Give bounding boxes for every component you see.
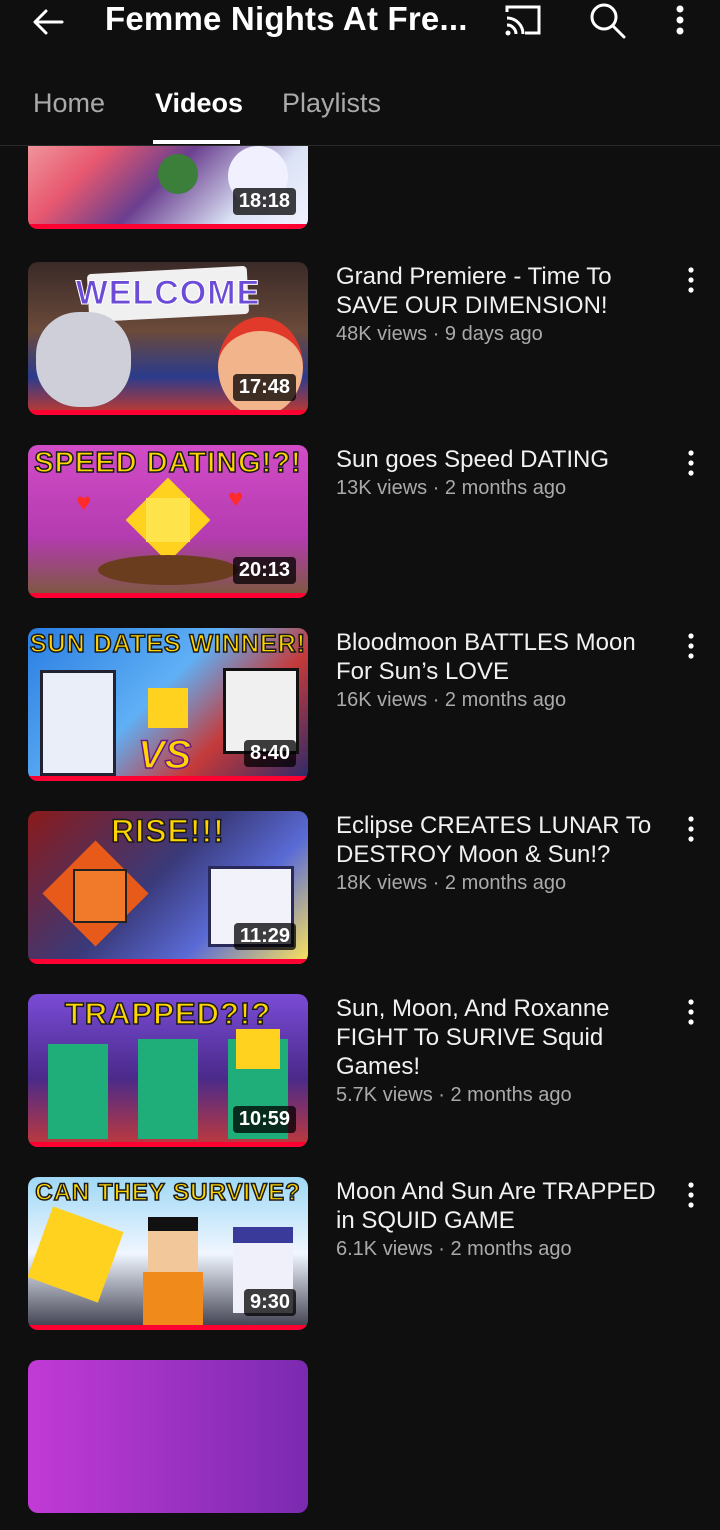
- channel-title: Femme Nights At Fre...: [105, 0, 468, 37]
- video-meta: Sun, Moon, And Roxanne FIGHT To SURIVE S…: [336, 994, 666, 1107]
- thumbnail-art: [158, 154, 198, 194]
- thumbnail-art: [138, 1039, 198, 1139]
- thumbnail-caption: TRAPPED?!?: [64, 995, 272, 1032]
- watch-progress-bar: [28, 224, 308, 229]
- thumbnail-art: [98, 555, 238, 585]
- video-row[interactable]: WELCOME 17:48 Grand Premiere - Time To S…: [0, 262, 720, 432]
- video-meta: Grand Premiere - Time To SAVE OUR DIMENS…: [336, 262, 666, 346]
- thumbnail-caption: SPEED DATING!?!: [34, 446, 302, 480]
- video-stats: 16K views · 2 months ago: [336, 689, 567, 711]
- duration-badge: 10:59: [232, 1106, 296, 1133]
- video-row[interactable]: SPEED DATING!?! ♥ ♥ 20:13 Sun goes Speed…: [0, 445, 720, 615]
- video-meta: Bloodmoon BATTLES Moon For Sun’s LOVE 16…: [336, 628, 666, 712]
- video-more-icon[interactable]: [683, 1181, 699, 1209]
- video-thumbnail[interactable]: TRAPPED?!? 10:59: [28, 994, 308, 1147]
- video-stats: 6.1K views · 2 months ago: [336, 1238, 572, 1260]
- thumbnail-caption: WELCOME: [75, 274, 261, 313]
- thumbnail-art: [28, 1206, 124, 1303]
- video-meta: Moon And Sun Are TRAPPED in SQUID GAME 6…: [336, 1177, 666, 1261]
- video-thumbnail[interactable]: CAN THEY SURVIVE? 9:30: [28, 1177, 308, 1330]
- heart-icon: ♥: [76, 487, 92, 517]
- thumbnail-art: VS: [137, 732, 192, 778]
- video-title[interactable]: Grand Premiere - Time To SAVE OUR DIMENS…: [336, 262, 666, 320]
- video-row[interactable]: RISE!!! 11:29 Eclipse CREATES LUNAR To D…: [0, 811, 720, 981]
- video-title[interactable]: Eclipse CREATES LUNAR To DESTROY Moon & …: [336, 811, 666, 869]
- video-meta: Sun goes Speed DATING 13K views · 2 mont…: [336, 445, 666, 500]
- video-title[interactable]: Moon And Sun Are TRAPPED in SQUID GAME: [336, 1177, 666, 1235]
- duration-badge: 8:40: [243, 740, 296, 767]
- duration-badge: 18:18: [232, 188, 296, 215]
- thumbnail-art: [48, 1044, 108, 1139]
- search-icon[interactable]: [587, 0, 627, 40]
- video-row[interactable]: SUN DATES WINNER! VS 8:40 Bloodmoon BATT…: [0, 628, 720, 798]
- video-row[interactable]: CAN THEY SURVIVE? 9:30 Moon And Sun Are …: [0, 1177, 720, 1347]
- video-stats: 5.7K views · 2 months ago: [336, 1084, 572, 1106]
- duration-badge: 9:30: [243, 1289, 296, 1316]
- thumbnail-art: [148, 688, 188, 728]
- video-more-icon[interactable]: [683, 998, 699, 1026]
- video-row[interactable]: TRAPPED?!? 10:59 Sun, Moon, And Roxanne …: [0, 994, 720, 1164]
- thumbnail-art: [40, 670, 116, 776]
- video-title[interactable]: Sun, Moon, And Roxanne FIGHT To SURIVE S…: [336, 994, 666, 1081]
- tab-playlists[interactable]: Playlists: [282, 88, 381, 119]
- watch-progress-bar: [28, 1142, 308, 1147]
- heart-icon: ♥: [228, 483, 244, 513]
- duration-badge: 11:29: [233, 923, 296, 950]
- thumbnail-art: [73, 869, 127, 923]
- thumbnail-art: [143, 1272, 203, 1330]
- thumbnail-caption: CAN THEY SURVIVE?: [35, 1178, 301, 1207]
- watch-progress-bar: [28, 776, 308, 781]
- watch-progress-bar: [28, 1325, 308, 1330]
- video-stats: 13K views · 2 months ago: [336, 477, 567, 499]
- thumbnail-art: [146, 498, 190, 542]
- watch-progress-bar: [28, 410, 308, 415]
- video-more-icon[interactable]: [683, 449, 699, 477]
- app-header: Femme Nights At Fre... Home Videos Playl…: [0, 0, 720, 146]
- duration-badge: 17:48: [232, 374, 296, 401]
- video-title[interactable]: Bloodmoon BATTLES Moon For Sun’s LOVE: [336, 628, 666, 686]
- thumbnail-caption: SUN DATES WINNER!: [29, 629, 307, 659]
- video-thumbnail[interactable]: WELCOME 17:48: [28, 262, 308, 415]
- video-row[interactable]: [0, 1360, 720, 1530]
- watch-progress-bar: [28, 593, 308, 598]
- cast-icon[interactable]: [503, 2, 543, 38]
- video-thumbnail[interactable]: SUN DATES WINNER! VS 8:40: [28, 628, 308, 781]
- more-vert-icon[interactable]: [666, 2, 694, 38]
- video-more-icon[interactable]: [683, 815, 699, 843]
- video-thumbnail[interactable]: SPEED DATING!?! ♥ ♥ 20:13: [28, 445, 308, 598]
- thumbnail-art: [236, 1029, 280, 1069]
- video-more-icon[interactable]: [683, 632, 699, 660]
- video-meta: Eclipse CREATES LUNAR To DESTROY Moon & …: [336, 811, 666, 895]
- duration-badge: 20:13: [232, 557, 296, 584]
- video-stats: 18K views · 2 months ago: [336, 872, 567, 894]
- video-more-icon[interactable]: [683, 266, 699, 294]
- video-stats: 48K views · 9 days ago: [336, 323, 543, 345]
- tab-home[interactable]: Home: [33, 88, 105, 119]
- back-arrow-icon[interactable]: [28, 2, 68, 42]
- video-thumbnail[interactable]: [28, 1360, 308, 1513]
- active-tab-indicator: [153, 140, 240, 144]
- thumbnail-art: [36, 312, 131, 407]
- tab-videos[interactable]: Videos: [155, 88, 243, 119]
- watch-progress-bar: [28, 959, 308, 964]
- thumbnail-caption: RISE!!!: [110, 812, 225, 850]
- video-title[interactable]: Sun goes Speed DATING: [336, 445, 666, 474]
- video-thumbnail[interactable]: RISE!!! 11:29: [28, 811, 308, 964]
